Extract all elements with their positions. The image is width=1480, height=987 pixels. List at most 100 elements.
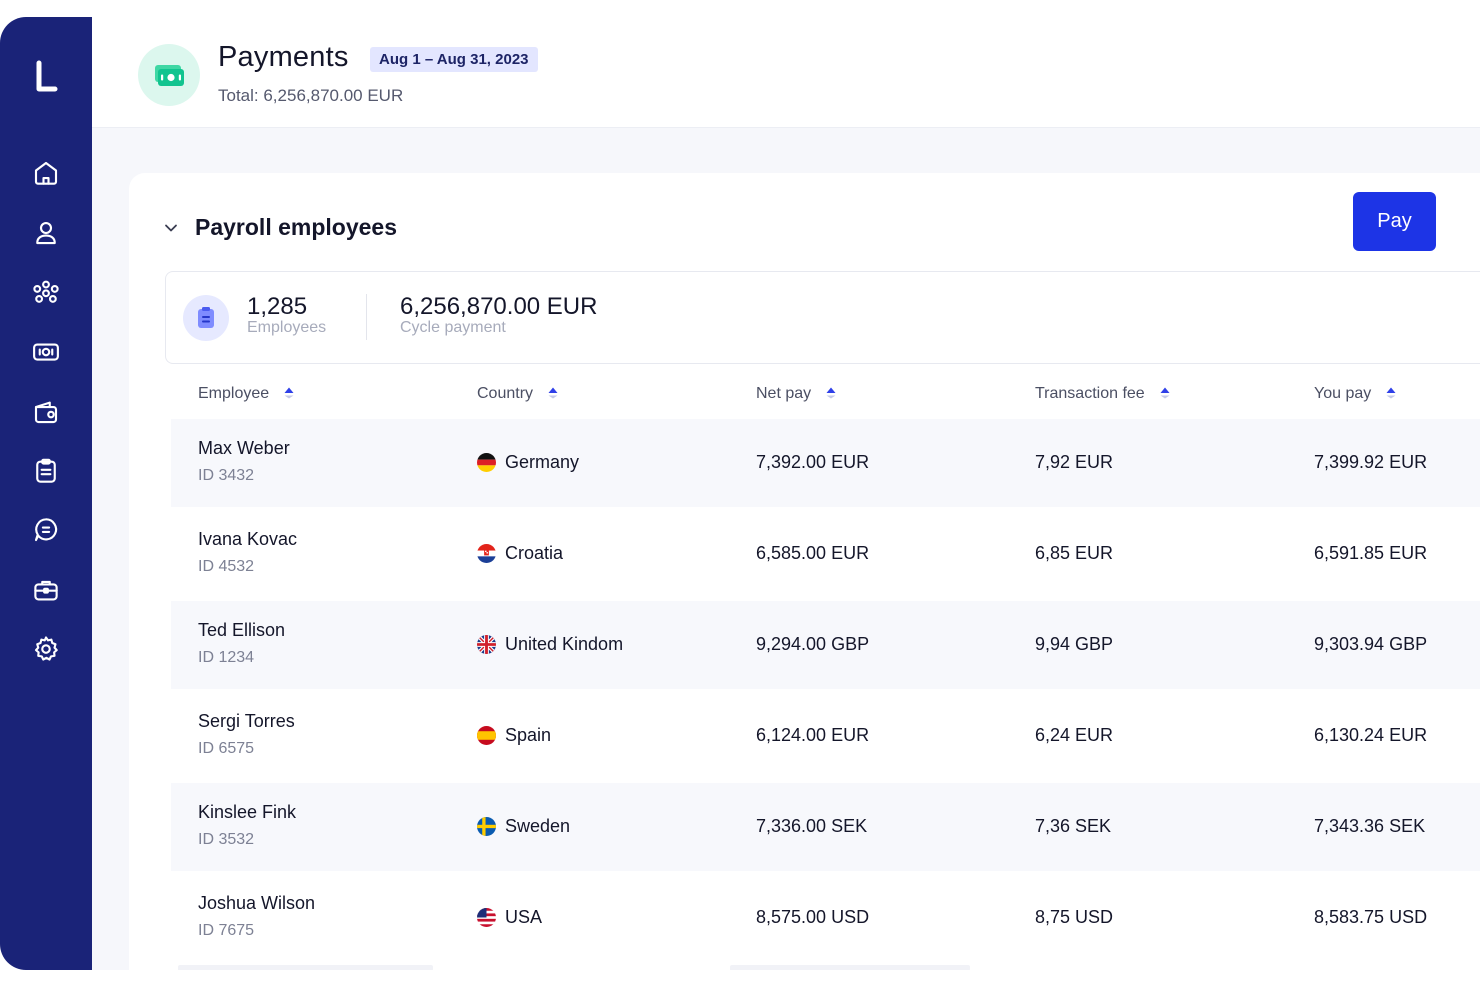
column-label: Net pay (756, 385, 812, 402)
employee-name: Joshua Wilson (198, 893, 316, 913)
page-title: Payments (218, 41, 349, 73)
home-icon (34, 161, 58, 185)
employees-label: Employees (247, 319, 327, 336)
transaction-fee: 9,94 GBP (1035, 634, 1114, 654)
date-range-badge[interactable]: Aug 1 – Aug 31, 2023 (370, 47, 538, 72)
you-pay: 9,303.94 GBP (1314, 634, 1428, 654)
employee-id: ID 1234 (198, 649, 255, 666)
employee-name: Ted Ellison (198, 620, 286, 640)
sort-icon (548, 387, 558, 399)
country-name: Spain (505, 725, 552, 745)
column-header-transaction-fee[interactable]: Transaction fee (1035, 385, 1171, 403)
payroll-card: Payroll employees Pay 1,285 Employees 6,… (129, 173, 1480, 970)
sidebar (0, 17, 92, 970)
employee-id: ID 4532 (198, 558, 255, 575)
clipboard-summary-icon (183, 295, 229, 341)
cycle-payment-value: 6,256,870.00 EUR (400, 293, 598, 320)
country-name: United Kindom (505, 634, 624, 654)
country-name: Germany (505, 452, 580, 472)
column-label: Transaction fee (1035, 385, 1145, 402)
table-row[interactable]: Max Weber ID 3432 Germany 7,392.00 EUR 7… (171, 419, 1480, 507)
net-pay: 6,124.00 EUR (756, 725, 870, 745)
uk-flag-icon (477, 635, 496, 654)
table-row[interactable]: Joshua Wilson ID 7675 USA 8,575.00 USD 8… (171, 874, 1480, 962)
column-header-net-pay[interactable]: Net pay (756, 385, 837, 403)
sidebar-item-wallet[interactable] (30, 396, 62, 428)
transaction-fee: 6,85 EUR (1035, 543, 1114, 563)
column-header-country[interactable]: Country (477, 385, 559, 403)
net-pay: 7,392.00 EUR (756, 452, 870, 472)
transaction-fee: 6,24 EUR (1035, 725, 1114, 745)
cycle-payment-label: Cycle payment (400, 319, 506, 336)
germany-flag-icon (477, 453, 496, 472)
net-pay: 8,575.00 USD (756, 907, 870, 927)
column-header-employee[interactable]: Employee (198, 385, 295, 403)
payroll-summary: 1,285 Employees 6,256,870.00 EUR Cycle p… (165, 271, 1480, 364)
sidebar-item-profile[interactable] (30, 217, 62, 249)
country-name: Croatia (505, 543, 564, 563)
column-header-you-pay[interactable]: You pay (1314, 385, 1397, 403)
you-pay: 7,343.36 SEK (1314, 816, 1426, 836)
you-pay: 6,130.24 EUR (1314, 725, 1428, 745)
sort-icon (284, 387, 294, 399)
employee-name: Kinslee Fink (198, 802, 297, 822)
payments-total: Total: 6,256,870.00 EUR (218, 86, 404, 105)
payments-header-icon (138, 44, 200, 106)
sidebar-item-team[interactable] (30, 276, 62, 308)
usa-flag-icon (477, 908, 496, 927)
table-row[interactable]: Ivana Kovac ID 4532 Croatia 6,585.00 EUR… (171, 510, 1480, 598)
country-cell: Germany (477, 452, 579, 473)
wallet-icon (34, 401, 58, 424)
country-name: Sweden (505, 816, 571, 836)
you-pay: 8,583.75 USD (1314, 907, 1428, 927)
logo-icon[interactable] (34, 60, 58, 94)
transaction-fee: 7,92 EUR (1035, 452, 1114, 472)
employee-name: Max Weber (198, 438, 290, 458)
spain-flag-icon (477, 726, 496, 745)
column-label: Country (477, 385, 534, 402)
pay-button[interactable]: Pay (1353, 192, 1436, 251)
clipboard-icon (36, 458, 56, 483)
main-area: Payments Aug 1 – Aug 31, 2023 Total: 6,2… (92, 17, 1480, 970)
next-row-placeholder (178, 965, 433, 970)
sort-icon (826, 387, 836, 399)
employee-id: ID 7675 (198, 922, 255, 939)
country-cell: United Kindom (477, 634, 623, 655)
sidebar-item-payments[interactable] (30, 336, 62, 368)
next-row-placeholder (730, 965, 970, 970)
column-label: You pay (1314, 385, 1372, 402)
employees-count: 1,285 (247, 293, 308, 320)
country-name: USA (505, 907, 543, 927)
section-title: Payroll employees (195, 214, 397, 240)
sidebar-item-jobs[interactable] (30, 574, 62, 606)
employee-name: Ivana Kovac (198, 529, 298, 549)
you-pay: 7,399.92 EUR (1314, 452, 1428, 472)
table-row[interactable]: Ted Ellison ID 1234 United Kindom 9,294.… (171, 601, 1480, 689)
team-icon (33, 280, 59, 303)
sidebar-item-tasks[interactable] (30, 455, 62, 487)
table-row[interactable]: Kinslee Fink ID 3532 Sweden 7,336.00 SEK… (171, 783, 1480, 871)
net-pay: 7,336.00 SEK (756, 816, 868, 836)
page-header: Payments Aug 1 – Aug 31, 2023 Total: 6,2… (92, 17, 1480, 128)
payments-icon (33, 343, 59, 361)
croatia-flag-icon (477, 544, 496, 563)
sidebar-item-home[interactable] (30, 157, 62, 189)
employee-name: Sergi Torres (198, 711, 295, 731)
chat-icon (34, 518, 58, 542)
sidebar-item-settings[interactable] (30, 633, 62, 665)
net-pay: 9,294.00 GBP (756, 634, 870, 654)
sidebar-item-messages[interactable] (30, 514, 62, 546)
employee-id: ID 3532 (198, 831, 255, 848)
gear-icon (34, 636, 58, 661)
employee-id: ID 6575 (198, 740, 255, 757)
column-label: Employee (198, 385, 270, 402)
transaction-fee: 8,75 USD (1035, 907, 1114, 927)
country-cell: Spain (477, 725, 551, 746)
sort-icon (1160, 387, 1170, 399)
sweden-flag-icon (477, 817, 496, 836)
table-row[interactable]: Sergi Torres ID 6575 Spain 6,124.00 EUR … (171, 692, 1480, 780)
chevron-down-icon[interactable] (161, 218, 181, 238)
briefcase-icon (34, 580, 58, 601)
user-icon (36, 221, 56, 245)
summary-divider (366, 294, 367, 340)
